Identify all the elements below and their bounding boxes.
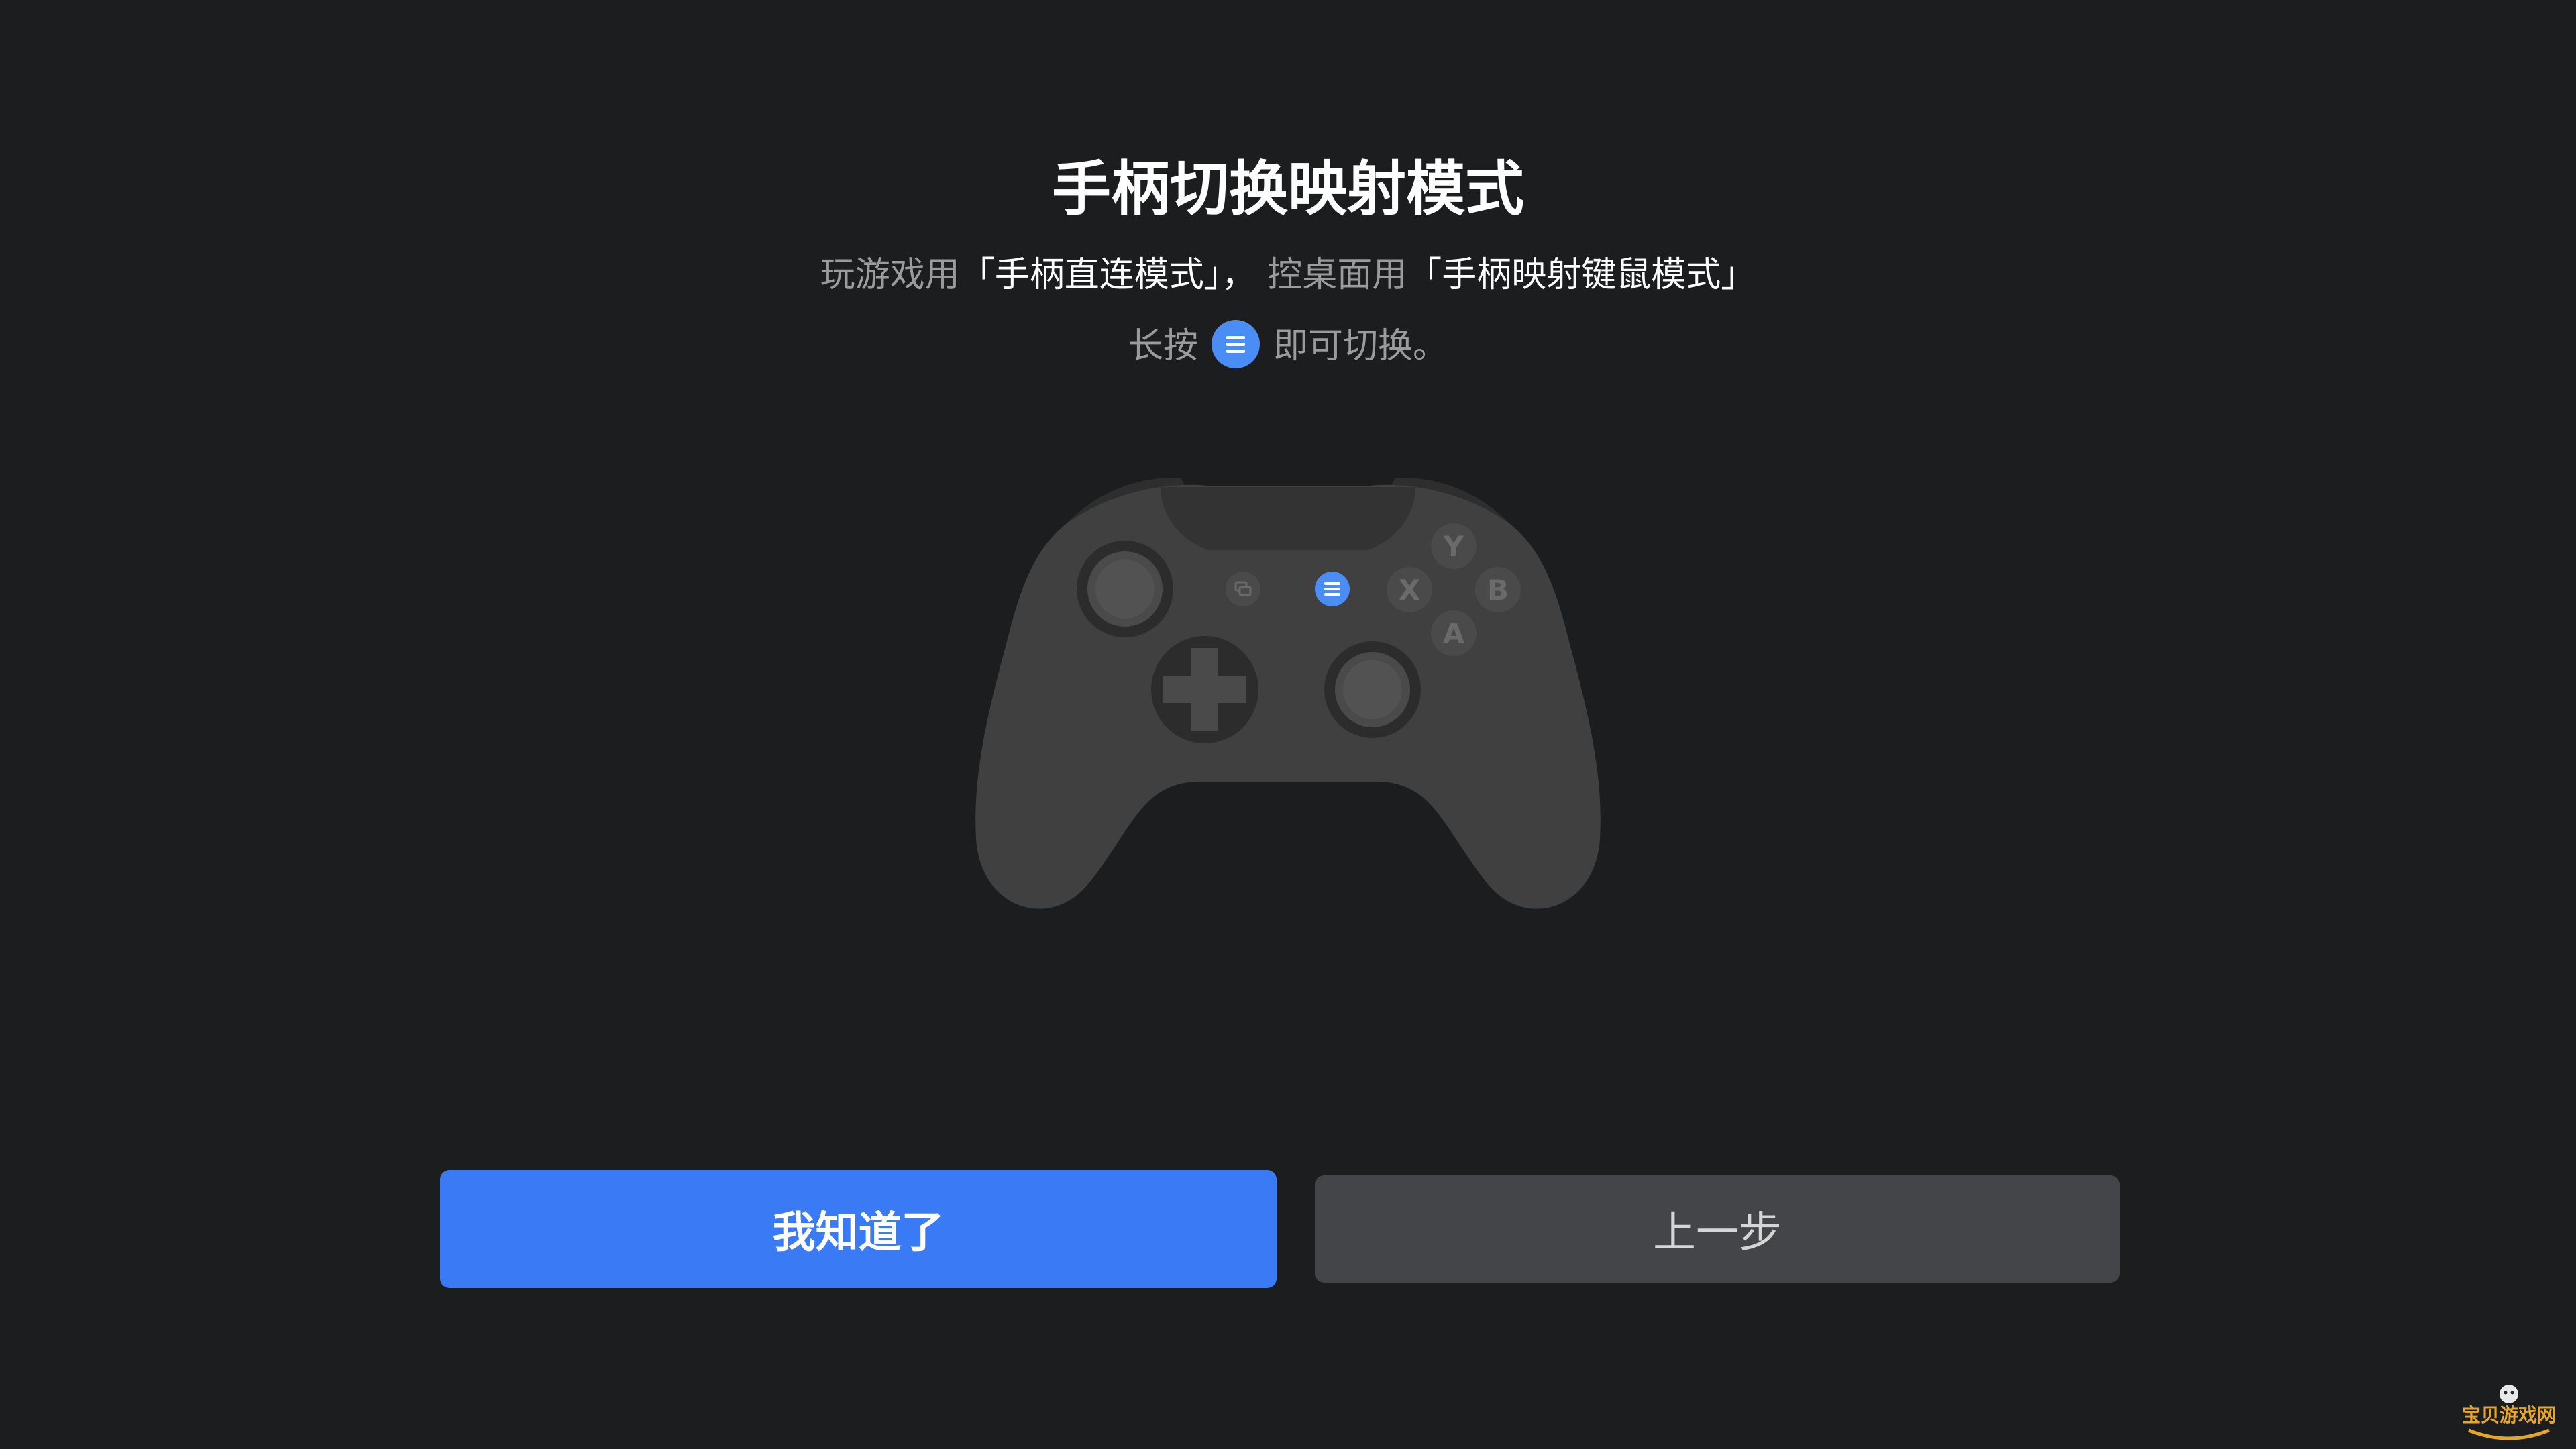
switch-hint: 长按 即可切换。: [0, 319, 2576, 373]
mode-switch-page: 手柄切换映射模式 玩游戏用「手柄直连模式」， 控桌面用「手柄映射键鼠模式」 长按…: [0, 0, 2576, 1449]
gamepad-illustration: Y X B A: [975, 477, 1601, 909]
y-button-label: Y: [1443, 530, 1464, 563]
a-button-label: A: [1443, 617, 1465, 650]
direct-mode-label: 「手柄直连模式」，: [959, 255, 1256, 295]
mapping-mode-label: 「手柄映射键鼠模式」: [1407, 255, 1756, 295]
confirm-button[interactable]: 我知道了: [440, 1170, 1277, 1288]
game-usage-label: 玩游戏用: [820, 255, 960, 295]
back-button[interactable]: 上一步: [1315, 1175, 2120, 1283]
x-button-label: X: [1399, 574, 1420, 606]
watermark-logo: 宝贝游戏网: [2455, 1382, 2563, 1442]
desktop-usage-label: 控桌面用: [1267, 255, 1407, 295]
hint-suffix: 即可切换。: [1273, 326, 1448, 366]
watermark-text: 宝贝游戏网: [2461, 1404, 2556, 1426]
page-title: 手柄切换映射模式: [1051, 154, 1524, 223]
top-panel: [1161, 487, 1415, 550]
hint-prefix: 长按: [1128, 326, 1198, 366]
b-button-label: B: [1487, 574, 1509, 606]
menu-icon: [1212, 320, 1260, 368]
mode-description: 玩游戏用「手柄直连模式」， 控桌面用「手柄映射键鼠模式」: [0, 248, 2576, 302]
